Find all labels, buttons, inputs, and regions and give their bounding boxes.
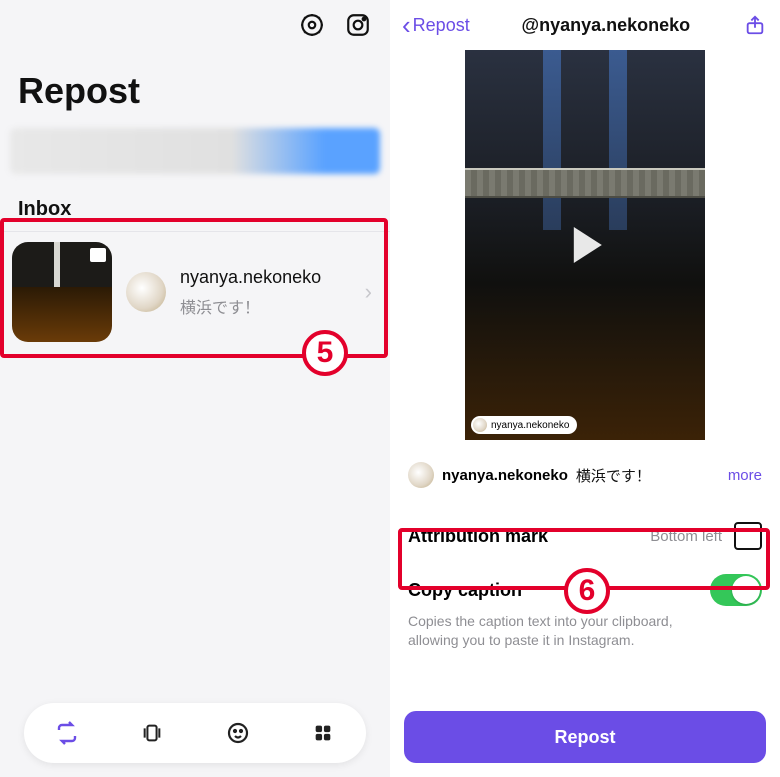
- nav-face-icon[interactable]: [224, 719, 252, 747]
- promo-card: [10, 128, 380, 174]
- attribution-checkbox[interactable]: [734, 522, 762, 550]
- inbox-item[interactable]: nyanya.nekoneko 横浜です！ ›: [0, 231, 390, 352]
- attribution-chip: nyanya.nekoneko: [471, 416, 577, 434]
- avatar: [408, 462, 434, 488]
- chevron-right-icon: ›: [359, 279, 378, 305]
- back-button[interactable]: ‹ Repost: [402, 12, 470, 38]
- carousel-icon: [90, 248, 106, 262]
- attribution-title: Attribution mark: [408, 526, 638, 547]
- page-title: Repost: [0, 50, 390, 128]
- nav-feed-icon[interactable]: [138, 719, 166, 747]
- instagram-icon[interactable]: [344, 11, 372, 39]
- inbox-label: Inbox: [0, 174, 390, 231]
- copy-caption-title: Copy caption: [408, 580, 698, 601]
- bottom-nav: [24, 703, 366, 763]
- caption-text: 横浜です！: [576, 465, 651, 486]
- share-icon[interactable]: [742, 12, 768, 38]
- chevron-left-icon: ‹: [402, 12, 411, 38]
- copy-caption-desc: Copies the caption text into your clipbo…: [408, 612, 708, 650]
- copy-caption-toggle[interactable]: [710, 574, 762, 606]
- inbox-caption: 横浜です！: [180, 294, 345, 318]
- more-link[interactable]: more: [728, 467, 762, 484]
- inbox-username: nyanya.nekoneko: [180, 267, 345, 288]
- post-media[interactable]: nyanya.nekoneko: [465, 50, 705, 440]
- header-title: @nyanya.nekoneko: [478, 15, 734, 36]
- attribution-mark-row[interactable]: Attribution mark Bottom left: [408, 522, 762, 550]
- post-thumbnail: [12, 242, 112, 342]
- back-label: Repost: [413, 15, 470, 36]
- attribution-value: Bottom left: [650, 528, 722, 545]
- play-icon: [574, 227, 602, 263]
- settings-icon[interactable]: [298, 11, 326, 39]
- attribution-chip-user: nyanya.nekoneko: [491, 420, 569, 431]
- caption-username: nyanya.nekoneko: [442, 467, 568, 484]
- avatar: [126, 272, 166, 312]
- repost-button[interactable]: Repost: [404, 711, 766, 763]
- nav-repost-icon[interactable]: [53, 719, 81, 747]
- nav-grid-icon[interactable]: [309, 719, 337, 747]
- caption-row: nyanya.nekoneko 横浜です！ more: [390, 440, 780, 496]
